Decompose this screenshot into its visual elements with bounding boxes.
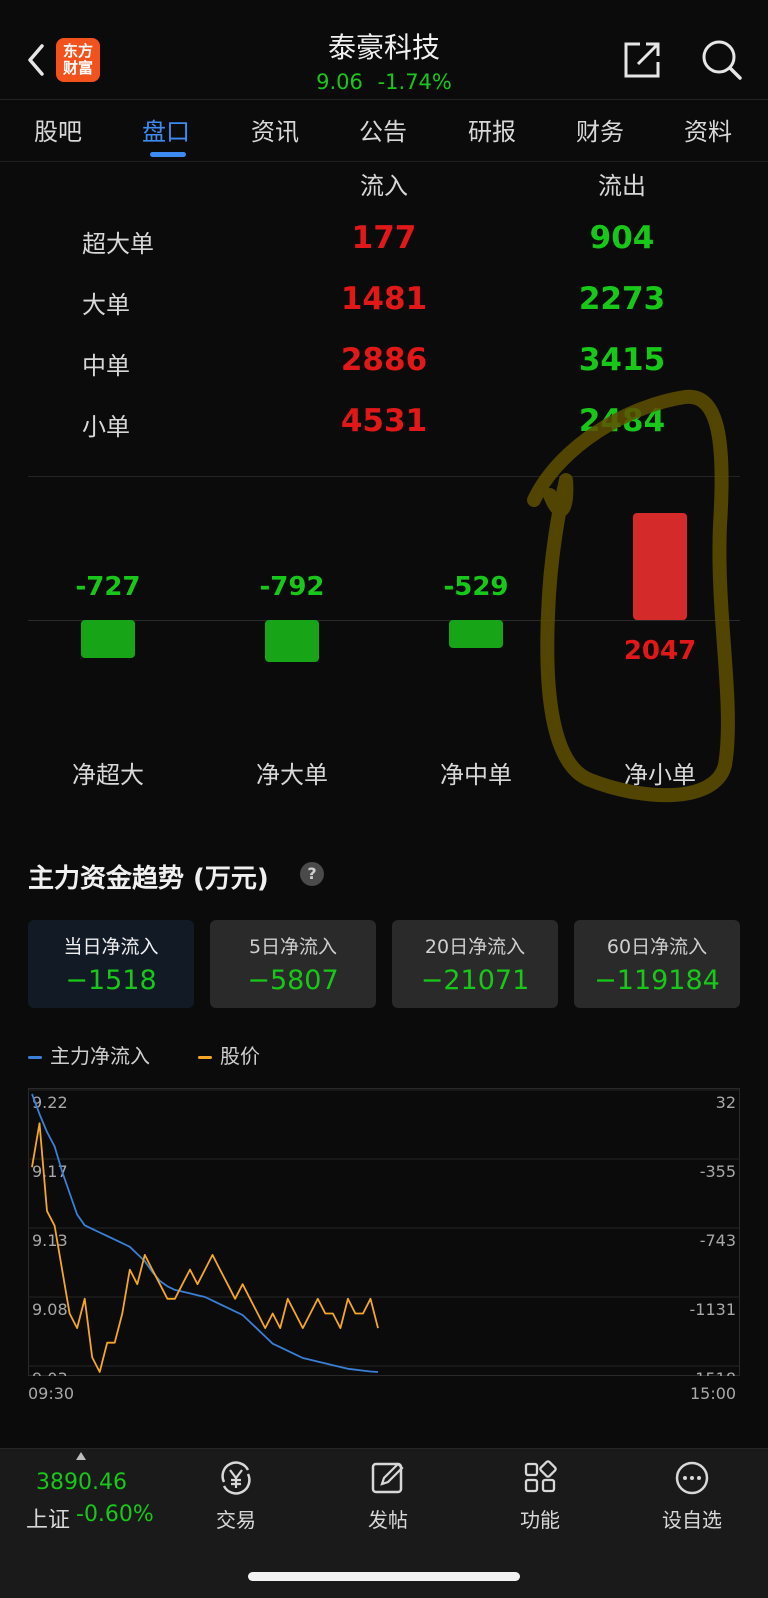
index-change-pct[interactable]: -0.60% — [76, 1502, 154, 1527]
inflow-small: 4531 — [340, 403, 428, 439]
triangle-up-icon[interactable] — [76, 1452, 86, 1460]
card-value: −5807 — [247, 965, 339, 996]
net-bar-super-large — [81, 620, 135, 658]
net-label-large: 净大单 — [256, 761, 328, 789]
outflow-header: 流出 — [598, 172, 646, 200]
net-value-super-large: -727 — [75, 572, 141, 602]
home-indicator — [248, 1572, 520, 1581]
legend-swatch — [198, 1056, 212, 1059]
yen-refresh-icon — [221, 1461, 251, 1495]
net-tick-label: -1518 — [690, 1369, 737, 1376]
grid-icon — [524, 1460, 557, 1493]
card-5day-net[interactable]: 5日净流入 −5807 — [210, 920, 376, 1008]
net-tick-label: -1131 — [690, 1300, 737, 1319]
time-axis-end: 15:00 — [690, 1384, 737, 1403]
tab-bar: 股吧 盘口 资讯 公告 研报 财务 资料 — [0, 100, 768, 162]
legend-main-net: 主力净流入 — [28, 1040, 150, 1069]
nav-post[interactable]: 发帖 — [338, 1458, 438, 1533]
tab-research[interactable]: 研报 — [452, 112, 532, 147]
inflow-large: 1481 — [340, 281, 428, 317]
nav-add-watchlist[interactable]: 设自选 — [642, 1458, 742, 1533]
net-tick-label: -743 — [700, 1231, 736, 1250]
card-value: −21071 — [420, 965, 530, 996]
card-value: −119184 — [594, 965, 720, 996]
net-label-super-large: 净超大 — [72, 761, 144, 789]
net-bar-large — [265, 620, 319, 662]
net-value-large: -792 — [259, 572, 325, 602]
price-tick-label: 9.13 — [32, 1231, 68, 1250]
chart-frame — [28, 1088, 740, 1376]
card-value: −1518 — [65, 965, 157, 996]
tab-finance[interactable]: 财务 — [560, 112, 640, 147]
active-tab-indicator — [150, 152, 186, 157]
question-mark-icon[interactable]: ? — [300, 862, 324, 886]
price-tick-label: 9.08 — [32, 1300, 68, 1319]
card-60day-net[interactable]: 60日净流入 −119184 — [574, 920, 740, 1008]
card-label: 5日净流入 — [248, 936, 338, 958]
card-20day-net[interactable]: 20日净流入 −21071 — [392, 920, 558, 1008]
search-icon[interactable] — [700, 38, 744, 82]
row-label-large: 大单 — [82, 291, 130, 319]
time-axis-start: 09:30 — [28, 1384, 75, 1403]
legend-price: 股价 — [198, 1040, 260, 1069]
series-price-line — [31, 1122, 379, 1373]
tab-announcements[interactable]: 公告 — [343, 112, 423, 147]
stock-name: 泰豪科技 — [327, 31, 440, 64]
card-today-net[interactable]: 当日净流入 −1518 — [28, 920, 194, 1008]
net-tick-label: 32 — [716, 1093, 736, 1112]
annotation-scribble — [527, 389, 735, 803]
card-label: 当日净流入 — [63, 936, 159, 958]
trend-title: 主力资金趋势 (万元) — [28, 864, 269, 894]
tab-guba[interactable]: 股吧 — [18, 112, 98, 147]
nav-label: 设自选 — [662, 1508, 722, 1532]
tab-profile[interactable]: 资料 — [668, 112, 748, 147]
chevron-left-icon[interactable] — [22, 40, 52, 80]
row-label-super-large: 超大单 — [82, 230, 154, 258]
app-logo: 东方 财富 — [56, 38, 100, 82]
nav-label: 功能 — [520, 1508, 560, 1532]
outflow-large: 2273 — [578, 281, 666, 317]
series-main-net-line — [31, 1093, 379, 1373]
nav-functions[interactable]: 功能 — [490, 1458, 590, 1533]
net-tick-label: -355 — [700, 1162, 736, 1181]
tab-news[interactable]: 资讯 — [235, 112, 315, 147]
price-tick-label: 9.03 — [32, 1369, 68, 1376]
edit-icon — [371, 1462, 404, 1494]
net-bar-medium — [449, 620, 503, 648]
card-label: 60日净流入 — [606, 936, 708, 958]
stock-price: 9.06 — [316, 70, 363, 94]
index-name[interactable]: 上证 — [26, 1502, 70, 1534]
share-icon[interactable] — [620, 38, 664, 82]
nav-label: 交易 — [216, 1508, 256, 1532]
index-value[interactable]: 3890.46 — [36, 1470, 127, 1495]
row-label-small: 小单 — [82, 413, 130, 441]
outflow-medium: 3415 — [578, 342, 666, 378]
outflow-super-large: 904 — [589, 220, 655, 256]
inflow-header: 流入 — [360, 172, 408, 200]
stock-quote: 9.06 -1.74% — [234, 70, 534, 94]
card-label: 20日净流入 — [424, 936, 526, 958]
legend-swatch — [28, 1056, 42, 1059]
row-label-medium: 中单 — [82, 352, 130, 380]
more-dots-icon — [675, 1461, 709, 1495]
nav-label: 发帖 — [368, 1508, 408, 1532]
inflow-medium: 2886 — [340, 342, 428, 378]
inflow-super-large: 177 — [351, 220, 417, 256]
trend-chart: 9.22329.17-3559.13-7439.08-11319.03-1518 — [28, 1088, 740, 1376]
nav-trade[interactable]: 交易 — [186, 1458, 286, 1533]
tab-pankou[interactable]: 盘口 — [126, 112, 206, 147]
stock-change-pct: -1.74% — [377, 70, 452, 94]
